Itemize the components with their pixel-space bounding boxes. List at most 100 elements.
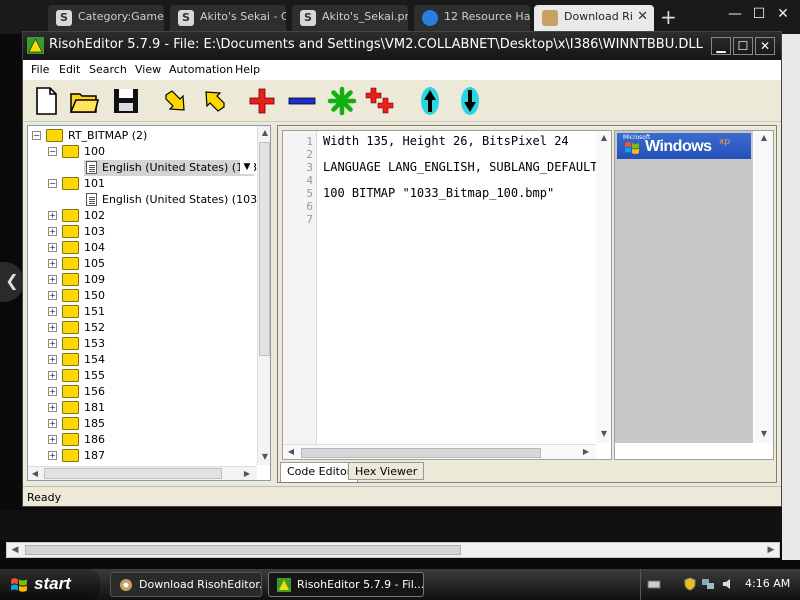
tree-vertical-scrollbar[interactable]: ▲ ▼ [257, 126, 270, 465]
menu-file[interactable]: File [31, 63, 49, 76]
tree-item[interactable]: +109 [28, 272, 256, 288]
scroll-left-icon[interactable]: ◀ [7, 543, 23, 557]
scroll-thumb[interactable] [259, 142, 270, 356]
tree-item[interactable]: +186 [28, 432, 256, 448]
expand-icon[interactable]: + [48, 323, 57, 332]
tree-item[interactable]: +151 [28, 304, 256, 320]
chevron-down-icon[interactable]: ▼ [240, 160, 254, 174]
menu-automation[interactable]: Automation [169, 63, 233, 76]
collapse-icon[interactable]: − [48, 147, 57, 156]
browser-tab-2[interactable]: S Akito's Sekai - C [170, 5, 286, 31]
tree-item[interactable]: +103 [28, 224, 256, 240]
tree-language-item[interactable]: English (United States) (1033) [84, 160, 268, 176]
add-resource-icon[interactable] [247, 86, 277, 116]
bitmap-vertical-scrollbar[interactable]: ▲ ▼ [755, 131, 773, 443]
expand-icon[interactable]: + [48, 419, 57, 428]
tree-item[interactable]: +185 [28, 416, 256, 432]
browser-tab-5[interactable]: Download Ri ✕ [534, 5, 654, 31]
save-icon[interactable] [111, 86, 141, 116]
code-vertical-scrollbar[interactable]: ▲ ▼ [596, 131, 611, 443]
scroll-down-icon[interactable]: ▼ [757, 427, 771, 441]
scroll-left-icon[interactable]: ◀ [28, 467, 42, 480]
edit-resource-icon[interactable] [327, 86, 357, 116]
menu-edit[interactable]: Edit [59, 63, 80, 76]
network-icon[interactable] [701, 577, 715, 591]
tree-item[interactable]: +102 [28, 208, 256, 224]
minimize-button[interactable]: ▁ [711, 37, 731, 55]
maximize-button[interactable]: ☐ [733, 37, 753, 55]
tree-item[interactable]: +105 [28, 256, 256, 272]
browser-close-button[interactable]: ✕ [772, 6, 794, 26]
tree-item[interactable]: +181 [28, 400, 256, 416]
scroll-thumb[interactable] [25, 545, 461, 555]
tab-code-editor[interactable]: Code Editor [280, 462, 359, 482]
close-tab-icon[interactable]: ✕ [637, 9, 648, 24]
menu-help[interactable]: Help [235, 63, 260, 76]
expand-icon[interactable]: + [48, 451, 57, 460]
taskbar-item-download[interactable]: Download RisohEditor... [110, 572, 262, 597]
code-horizontal-scrollbar[interactable]: ◀ ▶ [283, 444, 596, 459]
scroll-right-icon[interactable]: ▶ [763, 543, 779, 557]
browser-tab-3[interactable]: S Akito's_Sekai.pn [292, 5, 408, 31]
tree-horizontal-scrollbar[interactable]: ◀ ▶ [28, 466, 257, 480]
arrow-down-right-icon[interactable] [161, 86, 191, 116]
scroll-down-icon[interactable]: ▼ [597, 427, 611, 441]
expand-icon[interactable]: + [48, 307, 57, 316]
browser-tab-1[interactable]: S Category:Game [48, 5, 164, 31]
tree-item[interactable]: +154 [28, 352, 256, 368]
tree-item[interactable]: +150 [28, 288, 256, 304]
scroll-up-icon[interactable]: ▲ [597, 131, 611, 145]
arrow-up-left-icon[interactable] [199, 86, 229, 116]
expand-icon[interactable]: + [48, 371, 57, 380]
tree-item[interactable]: +153 [28, 336, 256, 352]
close-button[interactable]: ✕ [755, 37, 775, 55]
move-down-icon[interactable] [455, 86, 485, 116]
tree-language-item[interactable]: English (United States) (1033) [84, 192, 268, 208]
scroll-up-icon[interactable]: ▲ [757, 131, 771, 145]
scroll-right-icon[interactable]: ▶ [579, 445, 593, 459]
tree-root[interactable]: − RT_BITMAP (2) [28, 128, 256, 144]
browser-horizontal-scrollbar[interactable]: ◀ ▶ [6, 542, 780, 558]
browser-maximize-button[interactable]: ☐ [748, 6, 770, 26]
scroll-up-icon[interactable]: ▲ [258, 126, 270, 140]
taskbar-item-risoheditor[interactable]: RisohEditor 5.7.9 - Fil... [268, 572, 424, 597]
expand-icon[interactable]: + [48, 243, 57, 252]
start-button[interactable]: start [0, 569, 100, 600]
collapse-icon[interactable]: − [32, 131, 41, 140]
clock[interactable]: 4:16 AM [745, 577, 790, 590]
scroll-down-icon[interactable]: ▼ [258, 450, 270, 464]
browser-tab-4[interactable]: 12 Resource Ha [414, 5, 530, 31]
expand-icon[interactable]: + [48, 211, 57, 220]
tree-item[interactable]: − 101 [28, 176, 256, 192]
tab-hex-viewer[interactable]: Hex Viewer [348, 462, 425, 480]
copy-resource-icon[interactable] [365, 86, 395, 116]
tree-item[interactable]: +152 [28, 320, 256, 336]
code-editor[interactable]: 1 2 3 4 5 6 7 Width 135, Height 26, Bits… [282, 130, 612, 460]
resource-tree[interactable]: − RT_BITMAP (2) − 100 English (United Stat… [27, 125, 271, 481]
tree-item[interactable]: +155 [28, 368, 256, 384]
back-button[interactable]: ❮ [0, 262, 24, 302]
browser-minimize-button[interactable]: — [724, 6, 746, 26]
expand-icon[interactable]: + [48, 227, 57, 236]
scroll-right-icon[interactable]: ▶ [240, 467, 254, 480]
scroll-left-icon[interactable]: ◀ [284, 445, 298, 459]
bitmap-preview[interactable]: Microsoft Windows xp ▲ ▼ [614, 130, 774, 460]
expand-icon[interactable]: + [48, 403, 57, 412]
expand-icon[interactable]: + [48, 435, 57, 444]
expand-icon[interactable]: + [48, 275, 57, 284]
menu-search[interactable]: Search [89, 63, 127, 76]
expand-icon[interactable]: + [48, 355, 57, 364]
new-file-icon[interactable] [31, 86, 61, 116]
keyboard-icon[interactable] [647, 577, 661, 591]
tree-item[interactable]: +104 [28, 240, 256, 256]
new-tab-button[interactable]: + [660, 5, 677, 29]
tree-item[interactable]: − 100 [28, 144, 256, 160]
collapse-icon[interactable]: − [48, 179, 57, 188]
security-shield-icon[interactable] [683, 577, 697, 591]
open-folder-icon[interactable] [69, 86, 99, 116]
browser-vertical-scrollbar[interactable] [782, 34, 800, 560]
title-bar[interactable]: RisohEditor 5.7.9 - File: E:\Documents a… [23, 32, 781, 60]
expand-icon[interactable]: + [48, 387, 57, 396]
scroll-thumb[interactable] [301, 448, 541, 458]
menu-view[interactable]: View [135, 63, 161, 76]
